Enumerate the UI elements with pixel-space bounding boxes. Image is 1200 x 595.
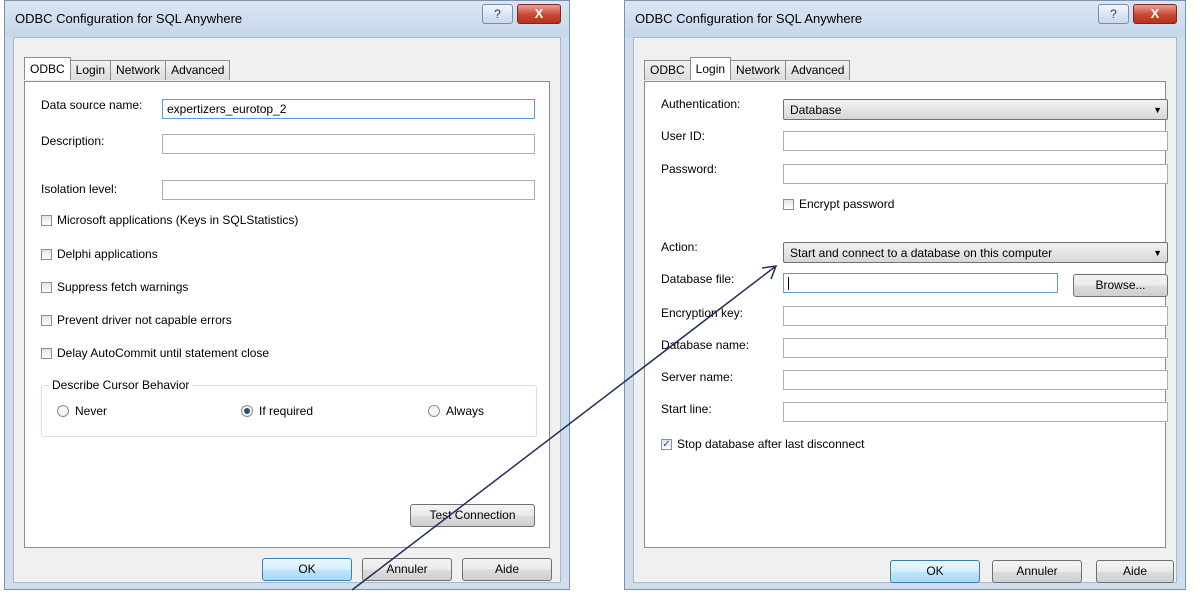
annotation-arrow: [351, 265, 778, 591]
annotation-arrow-line: [351, 265, 777, 591]
tab-login[interactable]: Login: [689, 57, 732, 80]
tab-odbc[interactable]: ODBC: [24, 57, 71, 80]
